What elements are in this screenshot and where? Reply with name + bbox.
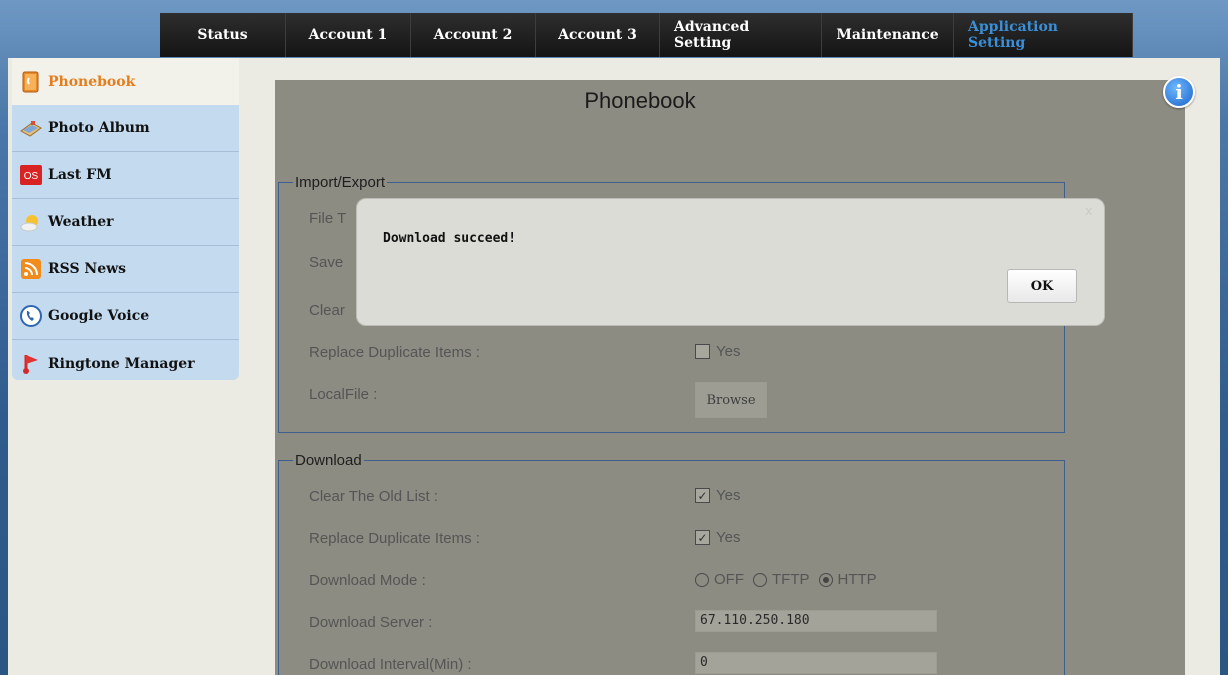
replace-duplicate-label: Replace Duplicate Items : xyxy=(309,344,480,361)
dialog-message: Download succeed! xyxy=(383,231,517,246)
download-result-dialog: x Download succeed! OK xyxy=(356,198,1105,326)
radio-selected-dot xyxy=(822,576,829,583)
photo-album-icon xyxy=(20,117,42,139)
download-interval-control: 0 xyxy=(695,652,937,674)
download-replace-checkbox[interactable]: ✓ xyxy=(695,530,710,545)
tab-account-2[interactable]: Account 2 xyxy=(411,13,536,57)
sidebar-item-label: Ringtone Manager xyxy=(48,355,195,372)
sidebar-item-label: Phonebook xyxy=(48,73,136,90)
sidebar: Phonebook Photo Album OS Last FM Weather… xyxy=(12,58,239,380)
content-panel: Phonebook Import/Export File T Save Clea… xyxy=(275,80,1185,675)
download-mode-label: Download Mode : xyxy=(309,572,426,589)
tab-account-1[interactable]: Account 1 xyxy=(286,13,411,57)
sidebar-item-phonebook[interactable]: Phonebook xyxy=(12,58,239,105)
replace-duplicate-yes: Yes xyxy=(716,343,741,360)
clear-old-list-label: Clear The Old List : xyxy=(309,488,438,505)
ringtone-icon xyxy=(20,353,42,375)
rss-icon xyxy=(20,258,42,280)
import-export-legend: Import/Export xyxy=(295,174,386,191)
download-interval-label: Download Interval(Min) : xyxy=(309,656,472,673)
clear-label: Clear xyxy=(309,302,345,319)
sidebar-item-google-voice[interactable]: Google Voice xyxy=(12,293,239,340)
download-replace-yes: Yes xyxy=(716,529,741,546)
download-server-label: Download Server : xyxy=(309,614,433,631)
download-mode-control: OFF TFTP HTTP xyxy=(695,571,886,588)
info-icon[interactable]: i xyxy=(1163,76,1195,108)
tab-account-3[interactable]: Account 3 xyxy=(536,13,660,57)
clear-old-list-yes: Yes xyxy=(716,487,741,504)
browse-control: Browse xyxy=(695,382,767,418)
download-legend: Download xyxy=(295,452,362,469)
sidebar-item-label: RSS News xyxy=(48,261,127,277)
google-voice-icon xyxy=(20,305,42,327)
mode-http-label: HTTP xyxy=(837,571,877,588)
localfile-label: LocalFile : xyxy=(309,386,378,403)
mode-tftp-label: TFTP xyxy=(772,571,810,588)
tab-status[interactable]: Status xyxy=(160,13,286,57)
clear-old-list-control: ✓ Yes xyxy=(695,487,740,504)
tab-maintenance[interactable]: Maintenance xyxy=(822,13,954,57)
sidebar-item-label: Photo Album xyxy=(48,120,150,136)
page-title: Phonebook xyxy=(584,88,696,113)
download-server-input[interactable]: 67.110.250.180 xyxy=(695,610,937,632)
replace-duplicate-checkbox[interactable] xyxy=(695,344,710,359)
weather-icon xyxy=(20,211,42,233)
top-nav: Status Account 1 Account 2 Account 3 Adv… xyxy=(160,13,1133,57)
svg-text:OS: OS xyxy=(24,171,39,182)
sidebar-item-label: Last FM xyxy=(48,167,112,183)
browse-button[interactable]: Browse xyxy=(695,382,767,418)
sidebar-item-label: Weather xyxy=(48,214,114,230)
download-interval-input[interactable]: 0 xyxy=(695,652,937,674)
save-label: Save xyxy=(309,254,344,271)
sidebar-item-weather[interactable]: Weather xyxy=(12,199,239,246)
sidebar-item-photo-album[interactable]: Photo Album xyxy=(12,105,239,152)
replace-duplicate-control: Yes xyxy=(695,343,740,360)
mode-off-label: OFF xyxy=(714,571,744,588)
close-icon[interactable]: x xyxy=(1086,203,1093,218)
sidebar-item-ringtone-manager[interactable]: Ringtone Manager xyxy=(12,340,239,387)
download-replace-control: ✓ Yes xyxy=(695,529,740,546)
sidebar-item-label: Google Voice xyxy=(48,308,150,324)
phonebook-icon xyxy=(20,71,42,93)
sidebar-item-rss-news[interactable]: RSS News xyxy=(12,246,239,293)
ok-button[interactable]: OK xyxy=(1007,269,1077,303)
file-type-label: File T xyxy=(309,210,347,227)
download-replace-label: Replace Duplicate Items : xyxy=(309,530,480,547)
tab-advanced-setting[interactable]: Advanced Setting xyxy=(660,13,822,57)
download-group: Download xyxy=(278,452,1065,675)
mode-tftp-radio[interactable] xyxy=(753,572,767,587)
clear-old-list-checkbox[interactable]: ✓ xyxy=(695,488,710,503)
tab-application-setting[interactable]: Application Setting xyxy=(954,13,1133,57)
mode-off-radio[interactable] xyxy=(695,572,709,587)
mode-http-radio[interactable] xyxy=(818,572,833,587)
sidebar-item-last-fm[interactable]: OS Last FM xyxy=(12,152,239,199)
download-server-control: 67.110.250.180 xyxy=(695,610,937,632)
lastfm-icon: OS xyxy=(20,164,42,186)
